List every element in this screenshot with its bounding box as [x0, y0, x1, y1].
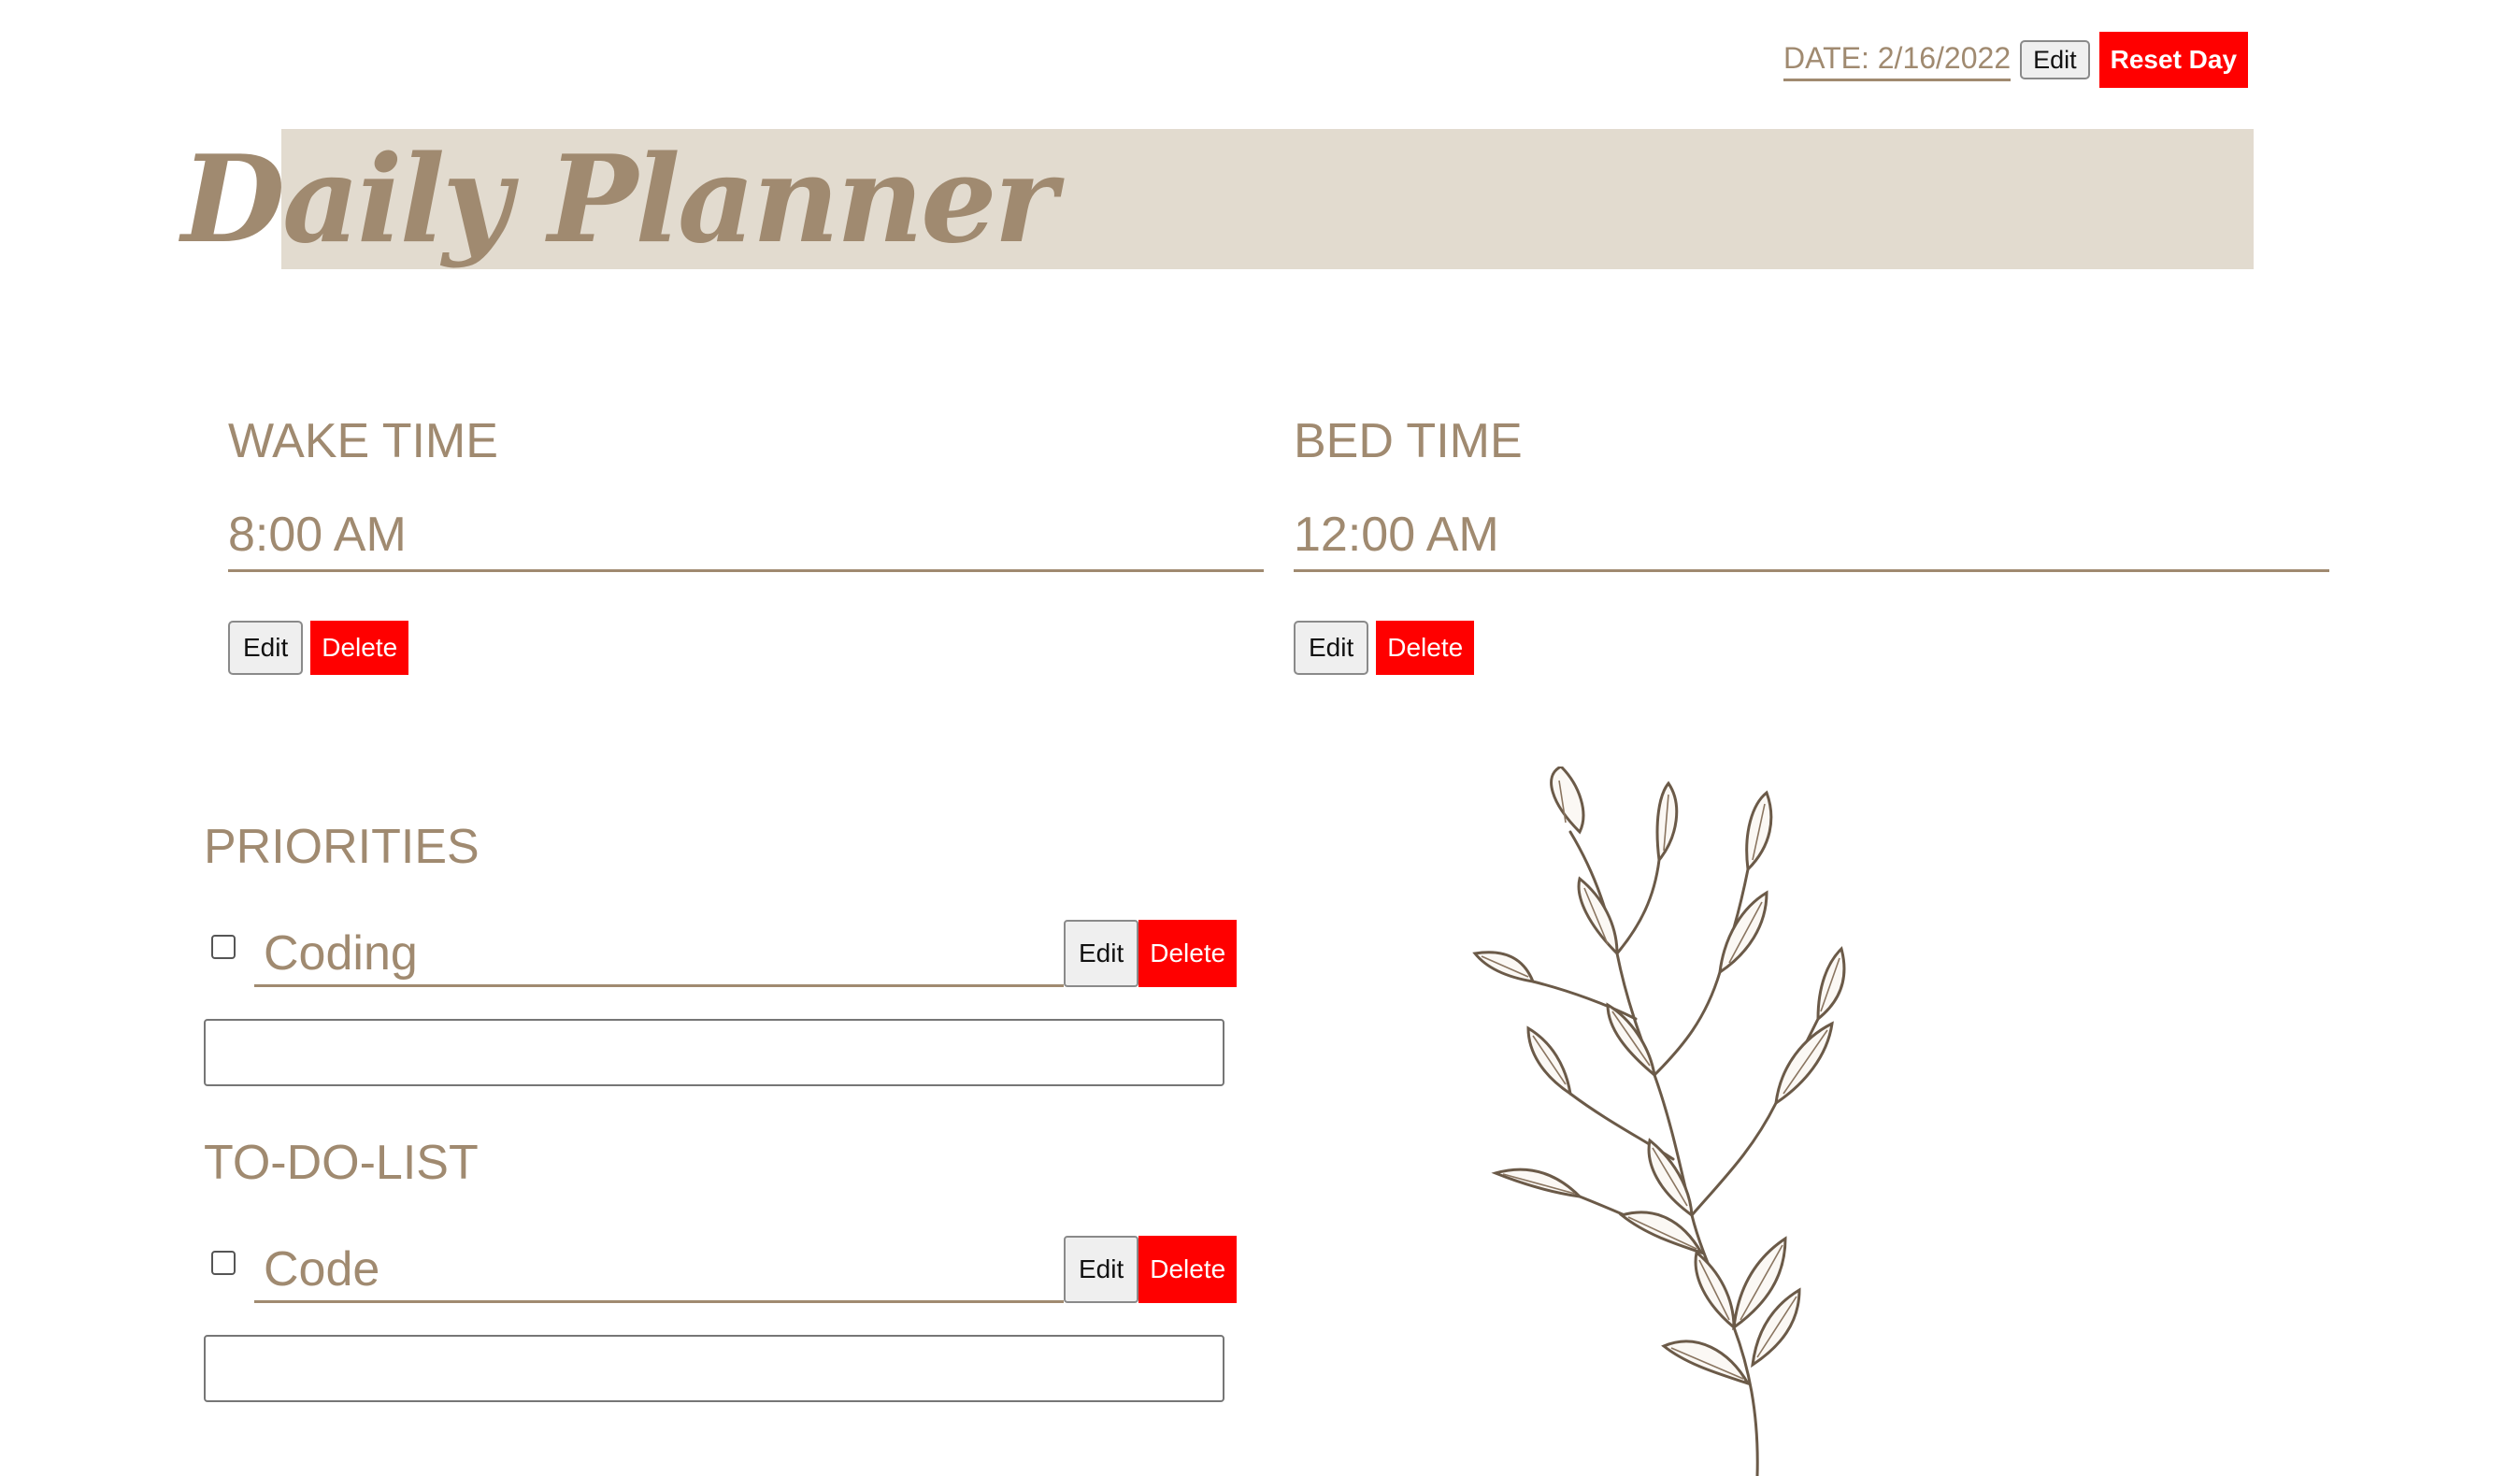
todo-item-delete-button[interactable]: Delete: [1138, 1236, 1238, 1303]
wake-time-edit-button[interactable]: Edit: [228, 621, 304, 675]
todo-item-edit-button[interactable]: Edit: [1064, 1236, 1139, 1303]
bed-time-value: 12:00 AM: [1294, 503, 2329, 572]
todo-item-checkbox[interactable]: [211, 1251, 236, 1275]
date-bar: DATE: 2/16/2022 Edit Reset Day: [1783, 32, 2249, 88]
priority-item-text: Coding: [254, 925, 1064, 987]
todo-heading: TO-DO-LIST: [204, 1136, 479, 1190]
new-priority-input[interactable]: [204, 1019, 1224, 1086]
new-todo-input[interactable]: [204, 1335, 1224, 1402]
edit-date-button[interactable]: Edit: [2020, 40, 2090, 79]
todo-item: Code Edit Delete: [211, 1236, 1238, 1303]
bed-time-edit-button[interactable]: Edit: [1294, 621, 1369, 675]
bed-time-heading: BED TIME: [1294, 414, 1523, 468]
wake-time-heading: WAKE TIME: [228, 414, 498, 468]
reset-day-button[interactable]: Reset Day: [2098, 32, 2249, 88]
priorities-heading: PRIORITIES: [204, 820, 480, 874]
priority-item: Coding Edit Delete: [211, 920, 1238, 987]
priority-item-delete-button[interactable]: Delete: [1138, 920, 1238, 987]
priority-item-checkbox[interactable]: [211, 935, 236, 959]
todo-item-text: Code: [254, 1241, 1064, 1303]
bed-time-actions: Edit Delete: [1294, 621, 1475, 675]
wake-time-value: 8:00 AM: [228, 503, 1264, 572]
date-display: DATE: 2/16/2022: [1783, 39, 2012, 81]
leaf-branch-illustration-icon: [1472, 767, 1846, 1476]
wake-time-actions: Edit Delete: [228, 621, 409, 675]
page-title: Daily Planner: [181, 130, 1057, 270]
priority-item-edit-button[interactable]: Edit: [1064, 920, 1139, 987]
bed-time-delete-button[interactable]: Delete: [1376, 621, 1475, 675]
wake-time-delete-button[interactable]: Delete: [310, 621, 409, 675]
